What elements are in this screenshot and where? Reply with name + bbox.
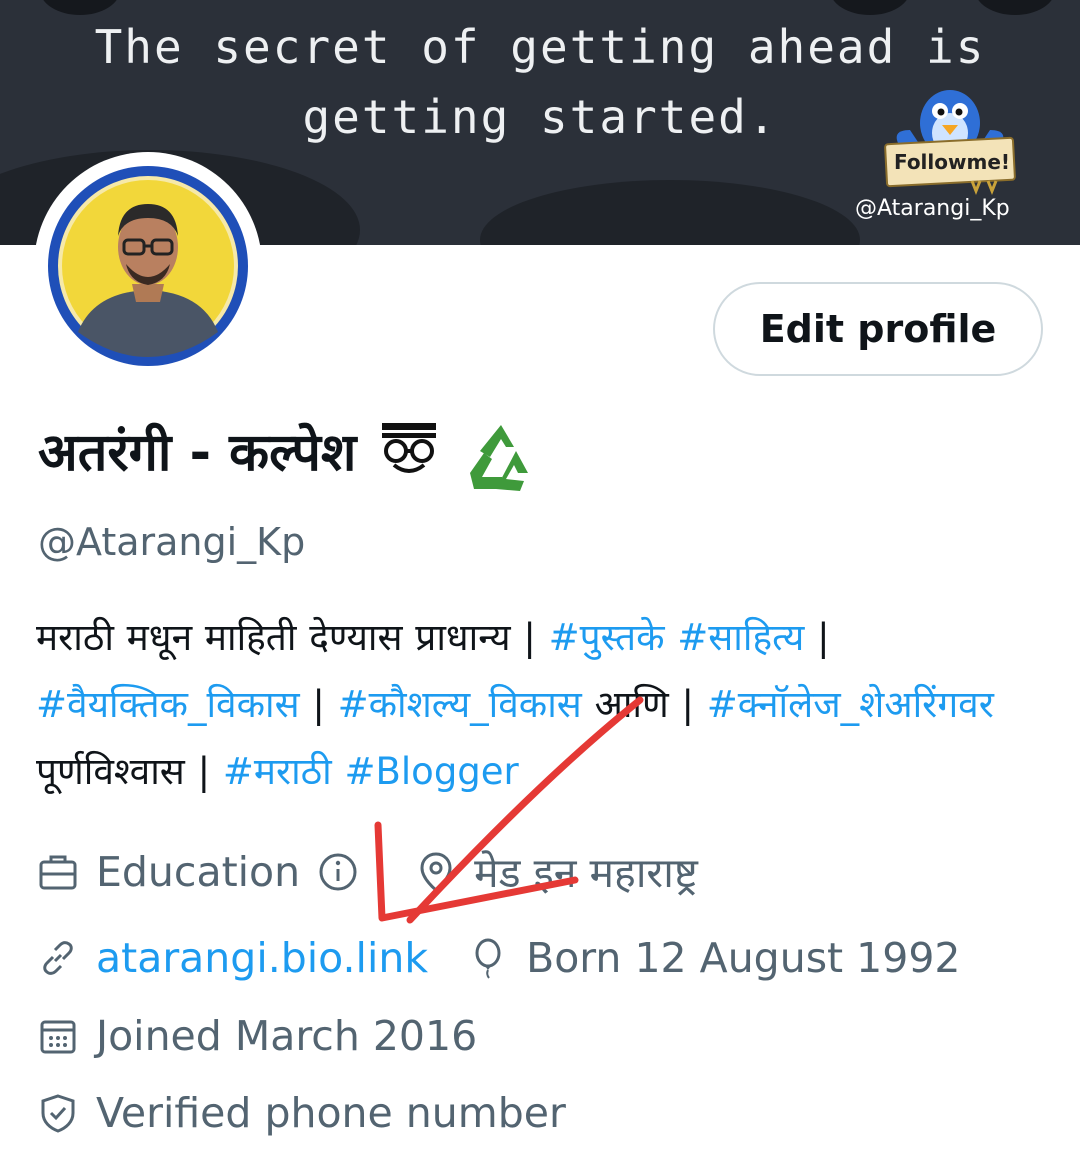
joined-label: Joined March 2016: [96, 1012, 478, 1060]
banner-handle: @Atarangi_Kp: [855, 196, 1010, 221]
briefcase-icon: [36, 850, 80, 894]
shield-check-icon: [36, 1091, 80, 1135]
bio-text: मराठी मधून माहिती देण्यास प्राधान्य |: [36, 616, 549, 659]
edit-profile-button[interactable]: Edit profile: [713, 282, 1043, 376]
followme-bird-sticker: [870, 85, 1030, 200]
bio-hashtag-link[interactable]: #Blogger: [345, 750, 519, 793]
bio-text: पूर्णविश्वास |: [36, 750, 223, 793]
meta-row-category: Education मेड इन महाराष्ट्र: [36, 846, 698, 898]
followme-label: Followme!: [893, 150, 1011, 174]
bio-hashtag-link[interactable]: #मराठी: [223, 750, 332, 793]
display-name: अतरंगी - कल्पेश: [38, 423, 357, 483]
avatar[interactable]: [34, 152, 262, 380]
location-pin-icon: [414, 850, 458, 894]
meta-row-verified: Verified phone number: [36, 1087, 566, 1139]
bio-text: आणि |: [581, 683, 707, 726]
verified-phone-label: Verified phone number: [96, 1089, 566, 1137]
info-icon[interactable]: [316, 850, 360, 894]
website-link[interactable]: atarangi.bio.link: [96, 934, 428, 982]
link-icon: [36, 936, 80, 980]
bio-hashtag-link[interactable]: #कौशल्य_विकास: [338, 683, 582, 726]
category-label: Education: [96, 848, 301, 896]
bio-text: |: [804, 616, 830, 659]
bio-hashtag-link[interactable]: #पुस्तके: [549, 616, 665, 659]
bio-text: [332, 750, 345, 793]
banner-shape: [480, 180, 860, 245]
meta-row-website: atarangi.bio.link Born 12 August 1992: [36, 932, 961, 984]
bio-hashtag-link[interactable]: #साहित्य: [677, 616, 804, 659]
bio-hashtag-link[interactable]: #क्नॉलेज_शेअरिंगवर: [707, 683, 994, 726]
recycling-symbol-emoji-icon: [462, 421, 540, 495]
bio-text: [665, 616, 678, 659]
profile-handle: @Atarangi_Kp: [38, 520, 306, 564]
birthday-label: Born 12 August 1992: [526, 934, 961, 982]
bio-text: |: [299, 683, 338, 726]
calendar-icon: [36, 1014, 80, 1058]
balloon-icon: [466, 936, 510, 980]
location-label: मेड इन महाराष्ट्र: [474, 849, 698, 897]
bio-hashtag-link[interactable]: #वैयक्तिक_विकास: [36, 683, 300, 726]
profile-bio: मराठी मधून माहिती देण्यास प्राधान्य | #प…: [36, 604, 1046, 805]
meta-row-joined: Joined March 2016: [36, 1010, 477, 1062]
nerd-face-emoji-icon: [374, 421, 444, 481]
